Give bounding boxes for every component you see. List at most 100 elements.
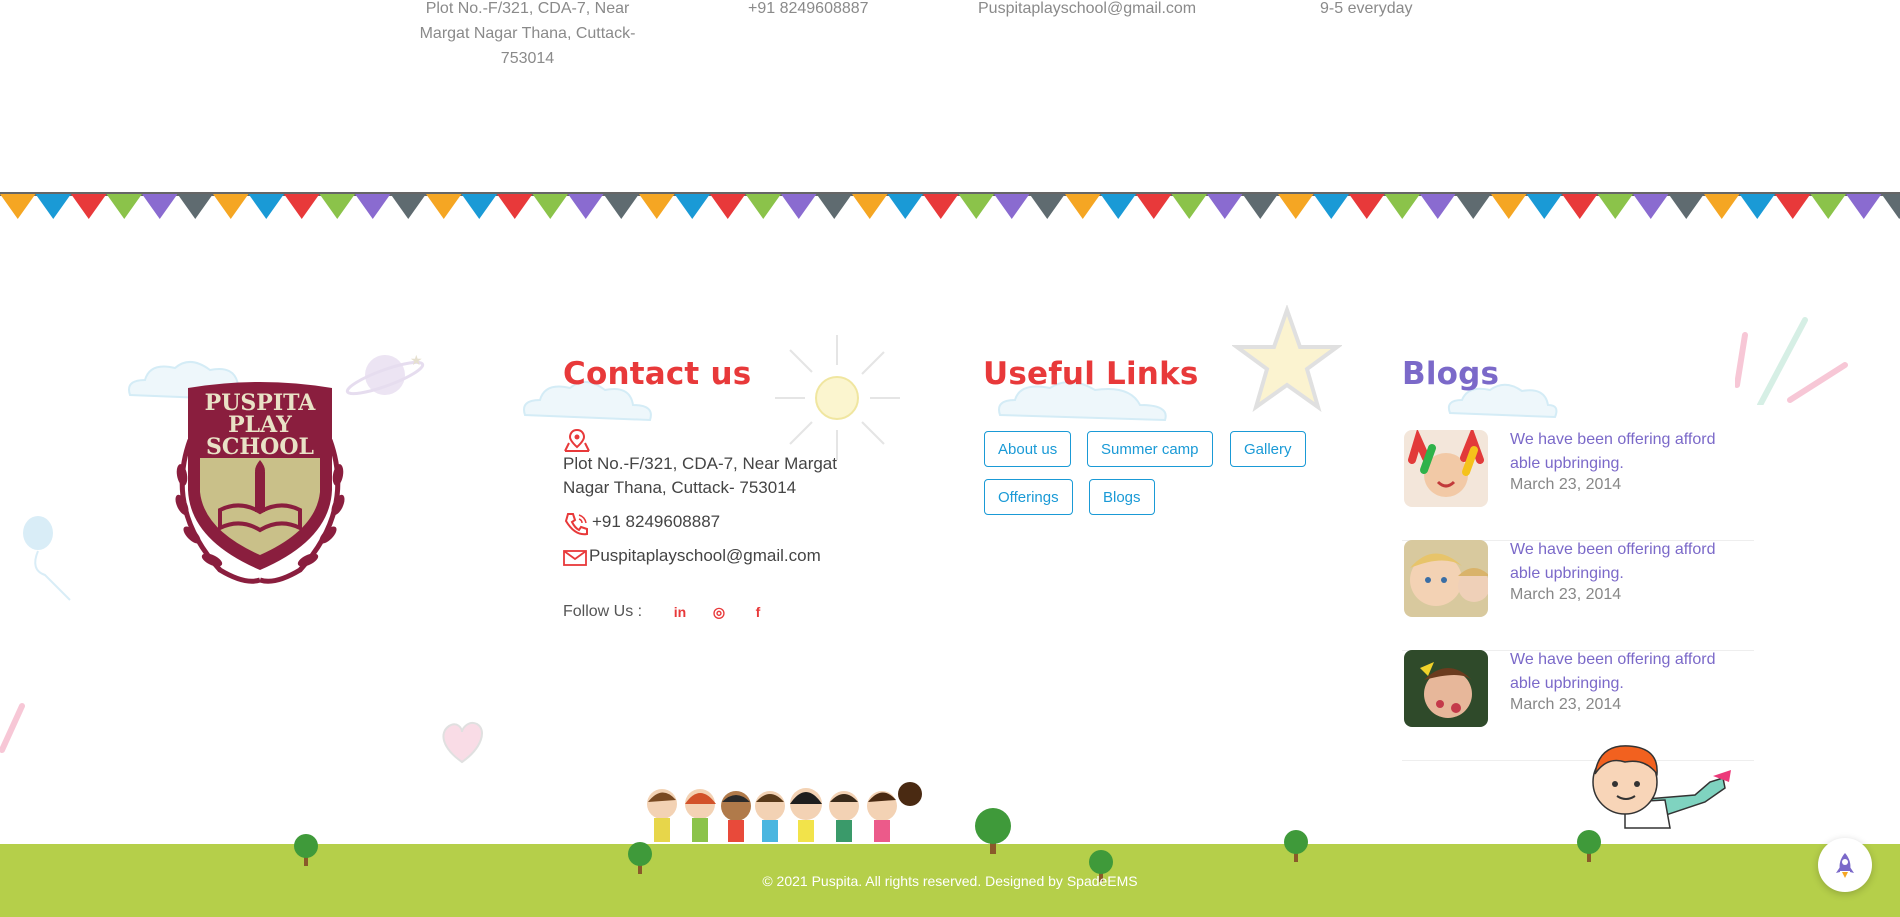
sun-icon [775,335,900,460]
link-offerings[interactable]: Offerings [984,479,1073,515]
bunting-flag [355,194,391,219]
bunting-flag [816,194,852,219]
bunting-flag [142,194,178,219]
bunting-flag [674,194,710,219]
bunting-flag [1491,194,1527,219]
contact-heading: Contact us [563,356,752,392]
top-hours: 9-5 everyday [1320,0,1413,17]
bunting-flag [461,194,497,219]
bunting-flag [1242,194,1278,219]
tree-icon [628,842,652,874]
heart-icon [442,722,483,764]
bunting-flag [639,194,675,219]
bunting-flag [1775,194,1811,219]
bunting-flag [1065,194,1101,219]
blog-title[interactable]: We have been offering afford able upbrin… [1510,648,1740,696]
bunting-flag [887,194,923,219]
bunting-flag [497,194,533,219]
contact-address: Plot No.-F/321, CDA-7, Near Margat Nagar… [563,454,837,497]
bunting-flag [1810,194,1846,219]
bunting-flag [1633,194,1669,219]
tree-icon [975,808,1011,854]
tree-icon [1577,830,1601,862]
blog-title[interactable]: We have been offering afford able upbrin… [1510,538,1740,586]
blog-item[interactable]: We have been offering afford able upbrin… [1402,430,1754,541]
facebook-icon[interactable]: f [747,600,769,624]
linkedin-icon[interactable]: in [669,600,691,624]
boy-illustration-icon [1592,745,1731,829]
school-logo[interactable]: PUSPITA PLAY SCHOOL [160,380,360,590]
tree-icon [1284,830,1308,862]
blog-title[interactable]: We have been offering afford able upbrin… [1510,428,1740,476]
map-pin-icon [564,428,590,452]
bunting-flag [1455,194,1491,219]
bunting-flag [1384,194,1420,219]
blog-thumbnail[interactable] [1404,540,1488,617]
copyright-text: © 2021 Puspita. All rights reserved. Des… [762,873,1138,889]
bunting-flag [1420,194,1456,219]
bunting-flag [852,194,888,219]
bunting-flag [106,194,142,219]
bunting-flag [426,194,462,219]
bunting-flag [603,194,639,219]
follow-us-label: Follow Us : [563,603,643,620]
bunting-flag [923,194,959,219]
bunting-flag [745,194,781,219]
bunting-flag [213,194,249,219]
bunting-flag [1739,194,1775,219]
contact-phone[interactable]: +91 8249608887 [592,510,720,534]
bunting-flag [71,194,107,219]
confetti-line-icon [0,703,25,753]
bunting-flag [248,194,284,219]
bunting-flag [1207,194,1243,219]
bunting-flag [1562,194,1598,219]
back-to-top-button[interactable] [1818,838,1872,892]
mail-icon [563,550,587,566]
bunting-flag [1846,194,1882,219]
bunting-flag [1136,194,1172,219]
contact-email[interactable]: Puspitaplayschool@gmail.com [589,544,821,568]
blogs-heading: Blogs [1402,356,1500,392]
bunting-flag [1313,194,1349,219]
blog-date: March 23, 2014 [1510,586,1622,603]
bunting-flag [1171,194,1207,219]
bunting-flag [710,194,746,219]
top-email: Puspitaplayschool@gmail.com [978,0,1197,17]
instagram-icon[interactable]: ◎ [708,600,730,624]
bunting-flag [1100,194,1136,219]
bunting-flag [994,194,1030,219]
bunting-flag [532,194,568,219]
logo-line3: SCHOOL [206,434,314,460]
bunting-flag [958,194,994,219]
bunting-decoration [0,192,1900,219]
link-summer-camp[interactable]: Summer camp [1087,431,1213,467]
bunting-flag [1029,194,1065,219]
blog-date: March 23, 2014 [1510,696,1622,713]
bunting-flag [1278,194,1314,219]
link-gallery[interactable]: Gallery [1230,431,1306,467]
top-info-strip: Plot No.-F/321, CDA-7, Near Margat Nagar… [0,0,1900,80]
top-address: Plot No.-F/321, CDA-7, Near Margat Nagar… [419,0,636,67]
useful-links-heading: Useful Links [983,356,1199,392]
confetti-lines-icon [1735,317,1848,405]
bunting-flag [1704,194,1740,219]
bunting-flag [781,194,817,219]
blog-item[interactable]: We have been offering afford able upbrin… [1402,540,1754,651]
balloon-icon [23,516,71,601]
tree-icon [294,834,318,866]
blog-thumbnail[interactable] [1404,430,1488,507]
star-icon [1232,305,1342,412]
bunting-flag [319,194,355,219]
bunting-flag [284,194,320,219]
bunting-flag [35,194,71,219]
bunting-flag [1668,194,1704,219]
link-blogs[interactable]: Blogs [1089,479,1155,515]
link-about-us[interactable]: About us [984,431,1072,467]
bunting-flag [1597,194,1633,219]
bunting-flag [390,194,426,219]
bunting-flag [1349,194,1385,219]
bunting-flag [1881,194,1900,219]
svg-text:★: ★ [410,352,423,368]
blog-thumbnail[interactable] [1404,650,1488,727]
bunting-flag [0,194,36,219]
